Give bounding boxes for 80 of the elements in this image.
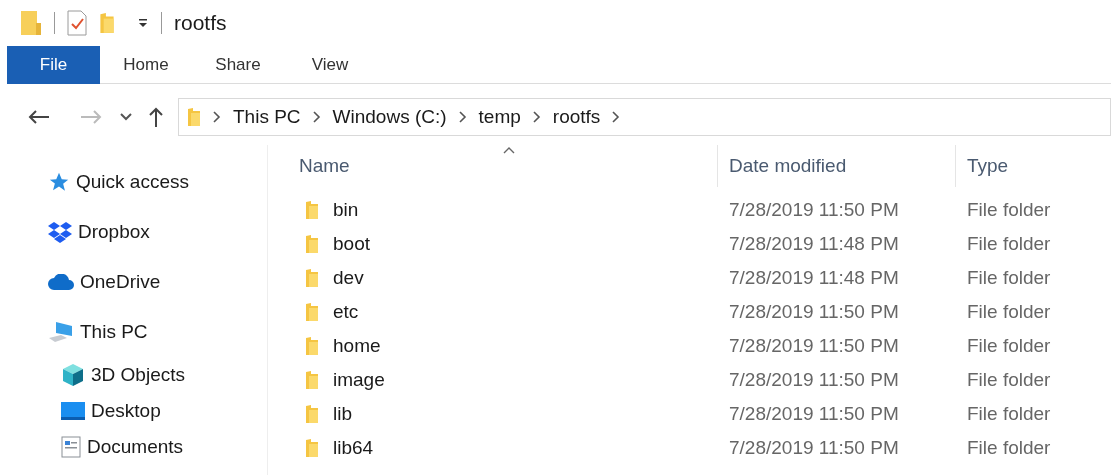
- folder-icon: [305, 404, 319, 424]
- type-cell-text: File folder: [966, 299, 1052, 324]
- column-header[interactable]: Name: [288, 145, 718, 187]
- file-name: boot: [333, 231, 370, 256]
- file-row[interactable]: boot 7/28/2019 11:48 PM File folder: [268, 227, 1111, 261]
- date-cell-text: 7/28/2019 11:50 PM: [728, 333, 900, 358]
- ribbon-tab[interactable]: File: [7, 46, 100, 84]
- folder-icon: [305, 438, 319, 458]
- file-row[interactable]: lib 7/28/2019 11:50 PM File folder: [268, 397, 1111, 431]
- desktop-icon: [61, 402, 85, 420]
- back-arrow-icon[interactable]: [28, 109, 50, 125]
- column-header[interactable]: Date modified: [718, 145, 956, 187]
- up-arrow-icon[interactable]: [148, 107, 164, 127]
- file-name: lib64: [333, 435, 374, 460]
- column-header[interactable]: Type: [956, 145, 1106, 187]
- type-cell-text: File folder: [966, 333, 1052, 358]
- folder-icon: [305, 268, 319, 288]
- date-cell-text: 7/28/2019 11:50 PM: [728, 435, 900, 460]
- date-cell-text: 7/28/2019 11:50 PM: [728, 367, 900, 392]
- sidebar-item[interactable]: Dropbox: [78, 217, 150, 247]
- file-row[interactable]: bin 7/28/2019 11:50 PM File folder: [268, 193, 1111, 227]
- dropbox-icon: [48, 221, 72, 243]
- folder-icon: [305, 302, 319, 322]
- checklist-icon[interactable]: [67, 10, 87, 36]
- cube-icon: [61, 363, 85, 387]
- folder-icon: [305, 200, 319, 220]
- type-cell-text: File folder: [966, 197, 1052, 222]
- file-name: home: [333, 333, 381, 358]
- file-name: image: [333, 367, 385, 392]
- document-icon: [61, 436, 81, 458]
- date-cell-text: 7/28/2019 11:48 PM: [728, 265, 900, 290]
- chevron-down-icon[interactable]: [120, 113, 132, 121]
- file-row[interactable]: etc 7/28/2019 11:50 PM File folder: [268, 295, 1111, 329]
- date-cell-text: 7/28/2019 11:50 PM: [728, 197, 900, 222]
- folder-icon: [305, 234, 319, 254]
- breadcrumb-item[interactable]: rootfs: [552, 102, 601, 132]
- file-row[interactable]: image 7/28/2019 11:50 PM File folder: [268, 363, 1111, 397]
- date-cell-text: 7/28/2019 11:50 PM: [728, 401, 900, 426]
- ribbon-tab[interactable]: Home: [100, 46, 192, 84]
- sidebar-item[interactable]: Documents: [87, 432, 184, 462]
- sort-caret-icon: [502, 147, 515, 154]
- chevron-right-icon: [612, 111, 621, 123]
- sidebar-item[interactable]: This PC: [80, 317, 148, 347]
- folder-icon: [305, 370, 319, 390]
- folder-icon: [20, 10, 42, 36]
- file-name: etc: [333, 299, 359, 324]
- type-cell-text: File folder: [966, 265, 1052, 290]
- breadcrumb-item[interactable]: This PC: [233, 102, 301, 132]
- folder-icon: [305, 336, 319, 356]
- computer-icon: [48, 321, 74, 343]
- file-row[interactable]: home 7/28/2019 11:50 PM File folder: [268, 329, 1111, 363]
- ribbon-tab[interactable]: Share: [192, 46, 284, 84]
- type-cell-text: File folder: [966, 435, 1052, 460]
- star-icon: [48, 171, 70, 193]
- chevron-right-icon: [532, 111, 541, 123]
- sidebar-item[interactable]: OneDrive: [80, 267, 161, 297]
- dropdown-icon[interactable]: [137, 17, 149, 29]
- file-name: dev: [333, 265, 364, 290]
- file-name: bin: [333, 197, 359, 222]
- chevron-right-icon: [458, 111, 467, 123]
- sidebar-item[interactable]: Quick access: [76, 167, 189, 197]
- date-cell-text: 7/28/2019 11:50 PM: [728, 299, 900, 324]
- breadcrumb-item[interactable]: temp: [478, 102, 521, 132]
- type-cell-text: File folder: [966, 401, 1052, 426]
- chevron-right-icon: [213, 111, 221, 123]
- folder-icon: [187, 107, 201, 127]
- address-bar[interactable]: This PC Windows (C:) temp rootfs: [178, 98, 1111, 136]
- sidebar-item[interactable]: 3D Objects: [91, 360, 185, 390]
- date-cell-text: 7/28/2019 11:48 PM: [728, 231, 900, 256]
- file-name: lib: [333, 401, 352, 426]
- cloud-icon: [48, 274, 74, 290]
- breadcrumb-item[interactable]: Windows (C:): [332, 102, 447, 132]
- chevron-right-icon: [312, 111, 321, 123]
- type-cell-text: File folder: [966, 231, 1052, 256]
- type-cell-text: File folder: [966, 367, 1052, 392]
- ribbon-tab[interactable]: View: [284, 46, 376, 84]
- window-title: rootfs: [174, 10, 227, 37]
- sidebar-item[interactable]: Desktop: [91, 396, 161, 426]
- file-row[interactable]: dev 7/28/2019 11:48 PM File folder: [268, 261, 1111, 295]
- file-row[interactable]: lib64 7/28/2019 11:50 PM File folder: [268, 431, 1111, 465]
